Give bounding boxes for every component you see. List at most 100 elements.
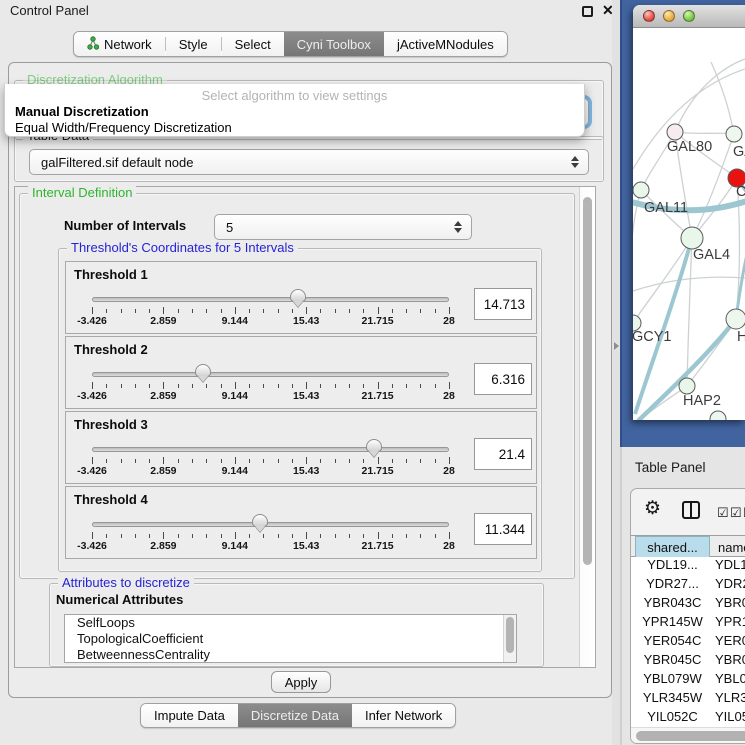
network-node-gal[interactable]: [726, 126, 742, 142]
cell-shared-name[interactable]: YDR27...: [635, 576, 710, 591]
slider-thumb[interactable]: [290, 289, 306, 302]
slider-track[interactable]: [92, 372, 449, 377]
cell-name[interactable]: YER05: [715, 633, 745, 648]
attribute-list-item[interactable]: BetweennessCentrality: [65, 647, 516, 663]
network-edge[interactable]: [633, 238, 692, 323]
attributes-list[interactable]: SelfLoopsTopologicalCoefficientBetweenne…: [64, 614, 517, 663]
cell-shared-name[interactable]: YBL079W: [635, 671, 710, 686]
tab-style[interactable]: Style: [166, 32, 221, 56]
tick-mark: [106, 459, 107, 463]
cell-name[interactable]: YBL07: [715, 671, 745, 686]
threshold-value-field[interactable]: 21.4: [474, 438, 532, 470]
slider-track[interactable]: [92, 297, 449, 302]
slider-track[interactable]: [92, 447, 449, 452]
tab-select[interactable]: Select: [222, 32, 284, 56]
cell-name[interactable]: YBR04: [715, 595, 745, 610]
cell-shared-name[interactable]: YBR043C: [635, 595, 710, 610]
cell-shared-name[interactable]: YER054C: [635, 633, 710, 648]
tick-mark: [235, 382, 236, 389]
network-node-ha[interactable]: [726, 309, 745, 329]
network-edge[interactable]: [736, 241, 745, 319]
tab-infer-network[interactable]: Infer Network: [352, 704, 455, 727]
threshold-label: Threshold 4: [74, 492, 148, 507]
cell-shared-name[interactable]: YDL19...: [635, 557, 710, 572]
network-node-hap2[interactable]: [679, 378, 695, 394]
attribute-list-item[interactable]: TopologicalCoefficient: [65, 631, 516, 647]
slider-ticks: [92, 457, 449, 465]
tab-discretize-data[interactable]: Discretize Data: [238, 704, 352, 727]
slider-thumb[interactable]: [366, 439, 382, 452]
threshold-panel-4: Threshold 4-3.4262.8599.14415.4321.71528…: [65, 486, 537, 559]
zoom-traffic-light-icon[interactable]: [683, 10, 695, 22]
cell-shared-name[interactable]: YIL052C: [635, 709, 710, 724]
splitter-handle-icon[interactable]: [614, 342, 619, 350]
tab-network[interactable]: Network: [74, 32, 165, 56]
tick-mark: [263, 459, 264, 463]
dropdown-item-equal-width[interactable]: Equal Width/Frequency Discretization: [15, 120, 232, 135]
table-row[interactable]: YBR043C YBR04: [631, 595, 745, 614]
tab-jactivemnodules[interactable]: jActiveMNodules: [384, 32, 507, 56]
network-edge[interactable]: [711, 62, 734, 134]
panel-splitter[interactable]: [612, 0, 620, 745]
scrollbar-thumb[interactable]: [636, 731, 745, 741]
threshold-value-field[interactable]: 14.713: [474, 288, 532, 320]
table-row[interactable]: YBR045C YBR04: [631, 652, 745, 671]
cell-name[interactable]: YDR27: [715, 576, 745, 591]
close-traffic-light-icon[interactable]: [643, 10, 655, 22]
table-row[interactable]: YBL079W YBL07: [631, 671, 745, 690]
network-edge[interactable]: [675, 59, 745, 132]
network-node-gal4[interactable]: [681, 227, 703, 249]
cell-shared-name[interactable]: YPR145W: [635, 614, 710, 629]
cell-shared-name[interactable]: YBR045C: [635, 652, 710, 667]
cell-name[interactable]: YIL05: [715, 709, 745, 724]
table-data-select[interactable]: galFiltered.sif default node: [29, 149, 589, 175]
checkbox-icon[interactable]: ☑: [717, 505, 729, 521]
table-row[interactable]: YLR345W YLR34: [631, 690, 745, 709]
apply-button[interactable]: Apply: [271, 671, 331, 693]
network-node[interactable]: [710, 411, 726, 420]
slider-thumb[interactable]: [252, 514, 268, 527]
network-view[interactable]: GAL80GALCGAL11GAL4GCY1HAHAP2: [633, 29, 745, 420]
table-row[interactable]: YIL052C YIL05: [631, 709, 745, 728]
table-row[interactable]: YDR27... YDR27: [631, 576, 745, 595]
settings-vertical-scrollbar[interactable]: [579, 187, 595, 667]
cell-shared-name[interactable]: YLR345W: [635, 690, 710, 705]
network-node-gal80[interactable]: [667, 124, 683, 140]
float-window-icon[interactable]: [582, 6, 593, 17]
dropdown-item-manual-discretization[interactable]: Manual Discretization: [15, 104, 149, 119]
tick-mark: [292, 534, 293, 538]
cell-name[interactable]: YDL19: [715, 557, 745, 572]
table-row[interactable]: YPR145W YPR14: [631, 614, 745, 633]
minimize-traffic-light-icon[interactable]: [663, 10, 675, 22]
network-window-titlebar[interactable]: [633, 5, 745, 28]
network-edge[interactable]: [633, 277, 745, 291]
network-node-gal11[interactable]: [633, 182, 649, 198]
table-row[interactable]: YER054C YER05: [631, 633, 745, 652]
checkbox-icon[interactable]: ☑: [730, 505, 742, 521]
cell-name[interactable]: YBR04: [715, 652, 745, 667]
attributes-scrollbar[interactable]: [503, 615, 516, 662]
tab-cyni-toolbox[interactable]: Cyni Toolbox: [284, 32, 384, 56]
network-edge[interactable]: [633, 190, 641, 323]
network-edge[interactable]: [675, 132, 734, 134]
scrollbar-thumb[interactable]: [583, 197, 592, 565]
column-header-shared-name[interactable]: shared...: [635, 536, 710, 558]
table-horizontal-scrollbar[interactable]: [631, 727, 745, 743]
number-of-intervals-select[interactable]: 5: [214, 214, 472, 240]
tick-label: 9.144: [222, 540, 248, 552]
cell-name[interactable]: YLR34: [715, 690, 745, 705]
network-edge[interactable]: [687, 238, 692, 386]
attribute-list-item[interactable]: SelfLoops: [65, 615, 516, 631]
cell-name[interactable]: YPR14: [715, 614, 745, 629]
tab-impute-data[interactable]: Impute Data: [141, 704, 238, 727]
column-header-name[interactable]: name: [710, 536, 745, 558]
scrollbar-thumb[interactable]: [506, 617, 514, 653]
table-row[interactable]: YDL19... YDL19: [631, 557, 745, 576]
slider-track[interactable]: [92, 522, 449, 527]
column-layout-icon[interactable]: [682, 501, 700, 519]
tick-mark: [149, 534, 150, 538]
gear-icon[interactable]: ⚙: [644, 497, 661, 520]
threshold-value-field[interactable]: 11.344: [474, 513, 532, 545]
slider-thumb[interactable]: [195, 364, 211, 377]
threshold-value-field[interactable]: 6.316: [474, 363, 532, 395]
